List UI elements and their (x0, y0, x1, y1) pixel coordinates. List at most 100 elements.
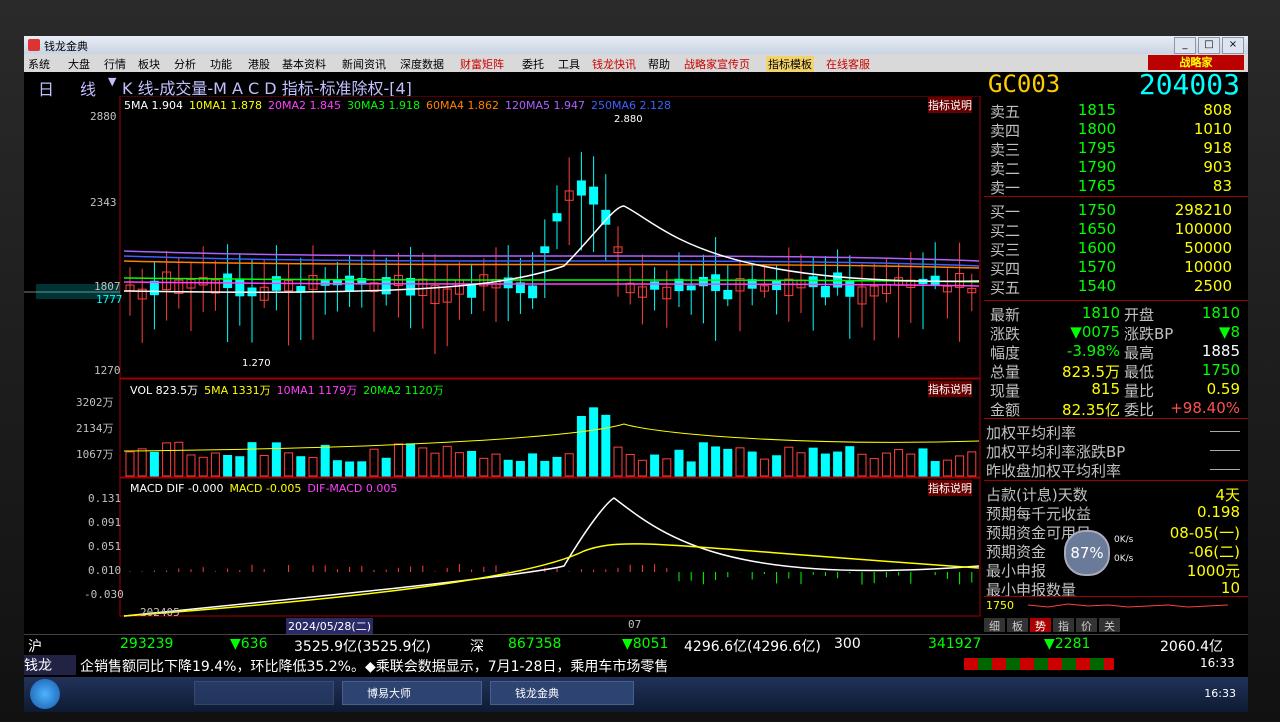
volume-bar (479, 457, 489, 477)
menu-item[interactable]: 在线客服 (826, 56, 870, 72)
kline-y-tick: 1270 (94, 364, 121, 377)
volume-bar (454, 452, 464, 477)
volume-bar (576, 415, 586, 477)
info-value: 10 (1220, 579, 1240, 597)
high-price-label: 2.880 (614, 114, 643, 125)
menu-item[interactable]: 行情 (104, 56, 126, 72)
minimize-button[interactable]: _ (1174, 37, 1196, 54)
ask-row[interactable]: 卖三 1795 918 (984, 139, 1248, 159)
menu-item[interactable]: 战略家宣传页 (684, 56, 750, 72)
quote-value: -3.98% (1066, 342, 1120, 360)
bid-row[interactable]: 买二 1650 100000 (984, 220, 1248, 240)
order-volume: 83 (1212, 177, 1232, 195)
taskbar-item[interactable] (194, 681, 334, 705)
menu-item[interactable]: 深度数据 (400, 56, 444, 72)
candle (723, 289, 733, 300)
menu-item[interactable]: 港股 (248, 56, 270, 72)
volume-bar (332, 460, 342, 477)
volume-bar (162, 442, 172, 477)
volume-bar (820, 453, 830, 477)
csi-index: 341927 (928, 636, 982, 652)
ask-row[interactable]: 卖二 1790 903 (984, 158, 1248, 178)
mini-tab[interactable]: 细 (984, 618, 1005, 633)
kline-frame (119, 96, 981, 379)
maximize-button[interactable]: □ (1198, 37, 1220, 54)
menu-item[interactable]: 财富矩阵 (460, 56, 504, 72)
menu-item[interactable]: 板块 (138, 56, 160, 72)
order-price: 1800 (1077, 120, 1116, 138)
kline-chart-area[interactable] (24, 96, 982, 644)
mini-tab[interactable]: 指 (1053, 618, 1074, 633)
mini-tab[interactable]: 板 (1007, 618, 1028, 633)
csi-amount: 2060.4亿 (1160, 639, 1223, 655)
menu-item[interactable]: 钱龙快讯 (592, 56, 636, 72)
legend-entry: 10MA1 1.878 (189, 99, 263, 112)
taskbar-item-boyi[interactable]: 博易大师 (342, 681, 482, 705)
menu-item[interactable]: 大盘 (68, 56, 90, 72)
candle (650, 281, 660, 290)
csi-change: ▼2281 (1044, 636, 1091, 652)
dif-line (123, 497, 980, 617)
kline-y-tick: 2343 (90, 196, 117, 209)
symbol-code: GC003 (988, 70, 1061, 98)
rate-row: 加权平均利率涨跌BP (984, 441, 1248, 461)
order-label: 卖一 (990, 179, 1021, 197)
bid-row[interactable]: 买一 1750 298210 (984, 201, 1248, 221)
quote-label: 涨跌BP (1124, 325, 1174, 343)
ask-row[interactable]: 卖一 1765 83 (984, 177, 1248, 197)
menu-item[interactable]: 功能 (210, 56, 232, 72)
bid-row[interactable]: 买四 1570 10000 (984, 258, 1248, 278)
menu-item[interactable]: 系统 (28, 56, 50, 72)
menu-item[interactable]: 委托 (522, 56, 544, 72)
news-text[interactable]: 企销售额同比下降19.4%，环比降低35.2%。◆乘联会数据显示，7月1-28日… (80, 656, 940, 676)
kline-help-link[interactable]: 指标说明 (928, 97, 972, 113)
macd-help-link[interactable]: 指标说明 (928, 480, 972, 496)
menu-item[interactable]: 新闻资讯 (342, 56, 386, 72)
volume-bar (467, 450, 477, 477)
sh-change: ▼636 (230, 636, 268, 652)
candle (320, 279, 330, 286)
quote-row: 金额 82.35亿 委比 +98.40% (984, 399, 1248, 419)
volume-bar (759, 458, 769, 477)
volume-bar (210, 452, 220, 477)
volume-bar (906, 453, 916, 477)
close-button[interactable]: × (1222, 37, 1244, 54)
start-button[interactable] (30, 679, 60, 709)
legend-entry: 20MA2 1.845 (268, 99, 342, 112)
mini-tab[interactable]: 势 (1030, 618, 1051, 633)
taskbar-item-qianlong[interactable]: 钱龙金典 (490, 681, 634, 705)
candle (467, 283, 477, 298)
mini-tab[interactable]: 关 (1099, 618, 1120, 633)
quote-label: 涨跌 (990, 325, 1021, 343)
quote-value: ▼0075 (1070, 323, 1120, 341)
quote-row: 最新 1810 开盘 1810 (984, 304, 1248, 324)
volume-bar (930, 461, 940, 477)
rate-row: 昨收盘加权平均利率 (984, 460, 1248, 480)
info-value: 08-05(一) (1169, 524, 1240, 542)
speed-badge[interactable]: 87% (1064, 530, 1110, 576)
ask-row[interactable]: 卖五 1815 808 (984, 101, 1248, 121)
dropdown-arrow-icon[interactable]: ▼ (108, 75, 116, 88)
menu-item[interactable]: 指标模板 (766, 56, 814, 72)
screen: 钱龙金典 _ □ × 战略家 系统 大盘 行情 板块 分析 功能 港股 基本资料 新闻资讯 深度数… (24, 36, 1248, 712)
bid-row[interactable]: 买三 1600 50000 (984, 239, 1248, 259)
menu-item[interactable]: 基本资料 (282, 56, 326, 72)
low-price-label: 1.270 (242, 358, 271, 369)
volume-bar (857, 453, 867, 477)
menu-item[interactable]: 分析 (174, 56, 196, 72)
macd-y-tick: 0.010 (88, 564, 122, 577)
menu-item[interactable]: 帮助 (648, 56, 670, 72)
volume-bar (540, 460, 550, 477)
menu-item[interactable]: 工具 (558, 56, 580, 72)
ask-row[interactable]: 卖四 1800 1010 (984, 120, 1248, 140)
bid-row[interactable]: 买五 1540 2500 (984, 277, 1248, 297)
quote-value: 1885 (1201, 342, 1240, 360)
clock: 16:33 (1204, 687, 1236, 700)
volume-bar (601, 414, 611, 477)
info-label: 最小申报 (986, 562, 1047, 580)
legend-entry: 250MA6 2.128 (591, 99, 672, 112)
mini-tab[interactable]: 价 (1076, 618, 1097, 633)
csi-label: 300 (834, 636, 861, 652)
volume-help-link[interactable]: 指标说明 (928, 381, 972, 397)
macd-y-tick: 0.131 (88, 492, 122, 505)
